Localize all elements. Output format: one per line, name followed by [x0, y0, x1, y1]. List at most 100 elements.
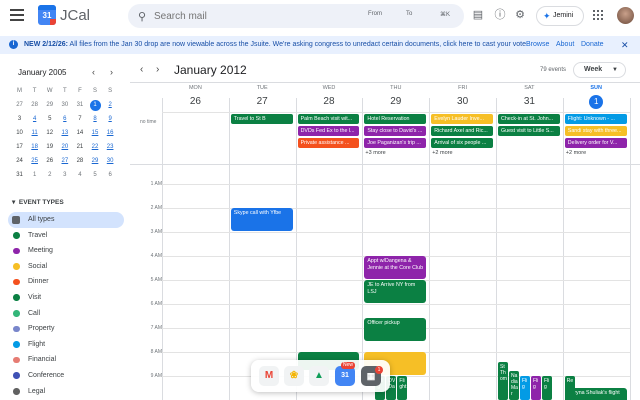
event-type-call[interactable]: Call — [8, 306, 124, 322]
event-type-all-types[interactable]: All types — [8, 212, 124, 228]
mini-day[interactable]: 9 — [103, 112, 118, 126]
timed-event[interactable]: JE to Arrive NY from LSJ — [364, 280, 427, 303]
allday-event[interactable]: Travel to St B — [230, 114, 293, 124]
event-type-financial[interactable]: Financial — [8, 352, 124, 368]
mini-day[interactable]: 23 — [103, 140, 118, 154]
mini-day[interactable]: 27 — [12, 98, 27, 112]
narrow-event[interactable]: Nadia Mar — [509, 371, 519, 400]
mini-day[interactable]: 4 — [27, 112, 42, 126]
search-chip-to[interactable]: To — [406, 11, 412, 17]
day-header[interactable]: SUN 1 — [563, 84, 630, 109]
mini-day[interactable]: 25 — [27, 154, 42, 168]
mini-day[interactable]: 5 — [87, 168, 102, 182]
event-type-conference[interactable]: Conference — [8, 368, 124, 384]
mini-day[interactable]: 15 — [87, 126, 102, 140]
allday-event[interactable]: Richard Axel and Ric... — [431, 126, 493, 136]
allday-event[interactable]: Arrival of six people ... — [431, 138, 493, 148]
close-icon[interactable]: ✕ — [621, 36, 629, 54]
mini-day[interactable]: 27 — [57, 154, 72, 168]
allday-event[interactable]: Joe Paganizan's trip ... — [364, 138, 427, 148]
timed-event[interactable]: Appt w/Dangena & Jennie at the Core Club — [364, 256, 427, 279]
allday-event[interactable]: Sandi stay with three... — [564, 126, 627, 136]
allday-event[interactable]: Hotel Reservation — [364, 114, 427, 124]
narrow-event[interactable]: St Thom — [498, 361, 508, 400]
allday-event[interactable]: Delivery order for V... — [564, 138, 627, 148]
narrow-event[interactable]: Re — [564, 376, 575, 400]
banner-link-browse[interactable]: Browse — [526, 36, 549, 54]
mini-day[interactable]: 10 — [12, 126, 27, 140]
apps-grid-icon[interactable] — [593, 10, 603, 20]
mini-day[interactable]: 3 — [12, 112, 27, 126]
allday-event[interactable]: Private assistance ... — [297, 138, 360, 148]
mini-day[interactable]: 8 — [87, 112, 102, 126]
event-type-meeting[interactable]: Meeting — [8, 243, 124, 259]
mini-day[interactable]: 4 — [72, 168, 87, 182]
mini-day[interactable]: 14 — [72, 126, 87, 140]
mini-day[interactable]: 2 — [103, 98, 118, 112]
mini-day[interactable]: 29 — [87, 154, 102, 168]
narrow-event[interactable]: Flig — [520, 376, 530, 400]
day-header[interactable]: THU 29 — [362, 84, 429, 109]
mini-day[interactable]: 5 — [42, 112, 57, 126]
mini-day[interactable]: 11 — [27, 126, 42, 140]
chevron-right-icon[interactable]: › — [110, 67, 113, 77]
mini-day[interactable]: 1 — [87, 98, 102, 112]
mini-day[interactable]: 22 — [87, 140, 102, 154]
next-week-icon[interactable]: › — [156, 64, 159, 75]
more-events-link[interactable]: +3 more — [365, 150, 385, 156]
more-events-link[interactable]: +2 more — [432, 150, 452, 156]
chat-icon[interactable]: ▤ — [472, 9, 484, 21]
allday-event[interactable]: Guest visit to Little S... — [498, 126, 560, 136]
allday-event[interactable]: Evelyn Lauder Inve... — [431, 114, 493, 124]
event-type-property[interactable]: Property — [8, 321, 124, 337]
mini-day[interactable]: 20 — [57, 140, 72, 154]
day-header[interactable]: FRI 30 — [429, 84, 496, 109]
mini-day[interactable]: 6 — [103, 168, 118, 182]
mini-day[interactable]: 30 — [57, 98, 72, 112]
allday-event[interactable]: Palm Beach visit wit... — [297, 114, 360, 124]
view-selector[interactable]: Week ▼ — [573, 62, 626, 78]
mini-day[interactable]: 6 — [57, 112, 72, 126]
day-header[interactable]: TUE 27 — [229, 84, 296, 109]
chevron-left-icon[interactable]: ‹ — [92, 67, 95, 77]
search-input[interactable] — [154, 8, 354, 24]
banner-link-about[interactable]: About — [556, 36, 574, 54]
search-bar[interactable]: ⚲ From To ⌘K — [128, 4, 464, 28]
mini-day[interactable]: 13 — [57, 126, 72, 140]
allday-event[interactable]: Check-in at St. John... — [498, 114, 560, 124]
event-type-travel[interactable]: Travel — [8, 228, 124, 244]
mini-day[interactable]: 29 — [42, 98, 57, 112]
mini-day[interactable]: 30 — [103, 154, 118, 168]
mini-day[interactable]: 31 — [12, 168, 27, 182]
allday-event[interactable]: Flight: Unknown - ... — [564, 114, 627, 124]
mail-app-icon[interactable]: M — [259, 366, 279, 386]
gear-icon[interactable]: ⚙ — [514, 9, 526, 21]
allday-event[interactable]: DVDs Fed Ex to the l... — [297, 126, 360, 136]
mini-day[interactable]: 3 — [57, 168, 72, 182]
allday-event[interactable]: Stay close to David's ... — [364, 126, 427, 136]
prev-week-icon[interactable]: ‹ — [140, 64, 143, 75]
avatar[interactable] — [617, 7, 634, 24]
mini-day[interactable]: 18 — [27, 140, 42, 154]
day-header[interactable]: WED 28 — [296, 84, 363, 109]
banner-vote-link[interactable]: here — [459, 41, 473, 48]
mini-day[interactable]: 31 — [72, 98, 87, 112]
event-type-legal[interactable]: Legal — [8, 384, 124, 400]
event-type-dinner[interactable]: Dinner — [8, 274, 124, 290]
assistant-button[interactable]: ✦ Jemini — [536, 6, 584, 26]
event-type-flight[interactable]: Flight — [8, 337, 124, 353]
mini-day[interactable]: 28 — [72, 154, 87, 168]
mini-day[interactable]: 19 — [42, 140, 57, 154]
mini-day[interactable]: 17 — [12, 140, 27, 154]
mini-day[interactable]: 2 — [42, 168, 57, 182]
mini-day[interactable]: 24 — [12, 154, 27, 168]
narrow-event[interactable]: Flig — [531, 376, 541, 400]
narrow-event[interactable]: Flight — [397, 376, 408, 400]
timed-event[interactable]: Officer pickup — [364, 318, 427, 342]
more-events-link[interactable]: +2 more — [566, 150, 586, 156]
event-type-visit[interactable]: Visit — [8, 290, 124, 306]
mini-day[interactable]: 26 — [42, 154, 57, 168]
mini-day[interactable]: 16 — [103, 126, 118, 140]
event-type-social[interactable]: Social — [8, 259, 124, 275]
mini-day[interactable]: 1 — [27, 168, 42, 182]
